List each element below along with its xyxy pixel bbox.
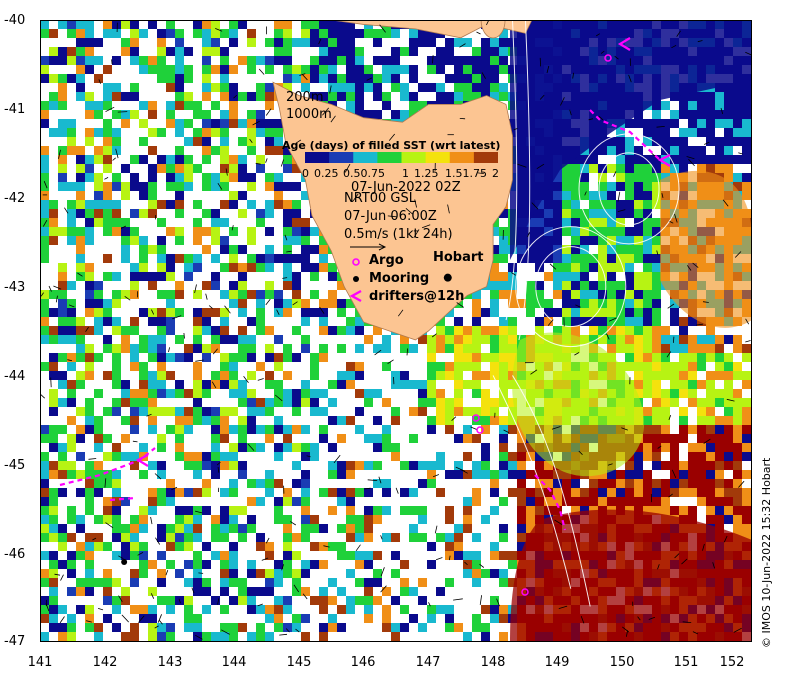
- colorbar-tick: 1.51.75: [445, 167, 487, 180]
- mooring-southwest: [121, 559, 128, 566]
- colorbar-segment: [329, 152, 354, 163]
- map-frame: [40, 20, 752, 642]
- x-tick-label: 146: [350, 655, 376, 670]
- mooring-symbol: [353, 276, 359, 282]
- depth-200-label: 200m: [286, 90, 324, 105]
- x-tick-label: 141: [27, 655, 53, 670]
- x-tick-label: 147: [415, 655, 441, 670]
- drifter-symbol: [349, 289, 362, 303]
- hobart-label: Hobart: [433, 250, 484, 265]
- colorbar-segment: [401, 152, 427, 163]
- argo-symbol: [352, 258, 360, 266]
- y-tick-label: -41: [4, 102, 26, 117]
- x-tick-label: 148: [480, 655, 506, 670]
- colorbar-segment: [353, 152, 378, 163]
- colorbar-tick: 0.25: [314, 167, 339, 180]
- y-tick-label: -46: [4, 547, 26, 562]
- y-tick-label: -44: [4, 369, 26, 384]
- colorbar: [305, 152, 498, 163]
- colorbar-segment: [425, 152, 451, 163]
- x-tick-label: 142: [92, 655, 118, 670]
- y-tick-label: -47: [4, 634, 26, 649]
- argo-label: Argo: [369, 253, 404, 268]
- mooring-hobart: [443, 273, 452, 282]
- x-tick-label: 152: [719, 655, 745, 670]
- mooring-label: Mooring: [369, 271, 430, 286]
- y-tick-label: -42: [4, 191, 26, 206]
- colorbar-tick: 1.25: [414, 167, 439, 180]
- vector-scale-label: 0.5m/s (1kt 24h): [344, 227, 453, 242]
- depth-1000-label: 1000m: [286, 107, 332, 122]
- x-tick-label: 144: [221, 655, 247, 670]
- x-tick-label: 151: [673, 655, 699, 670]
- sst-age-map: [40, 20, 752, 642]
- colorbar-title: Age (days) of filled SST (wrt latest): [282, 139, 501, 152]
- credit-text: © IMOS 10-Jun-2022 15:32 Hobart: [760, 457, 773, 648]
- y-tick-label: -45: [4, 458, 26, 473]
- colorbar-segment: [449, 152, 475, 163]
- colorbar-tick: 1: [402, 167, 409, 180]
- colorbar-tick: 2: [492, 167, 499, 180]
- x-tick-label: 145: [286, 655, 312, 670]
- x-tick-label: 149: [544, 655, 570, 670]
- x-tick-label: 143: [157, 655, 183, 670]
- colorbar-segment: [377, 152, 403, 163]
- y-tick-label: -43: [4, 280, 26, 295]
- colorbar-tick: 0.50.75: [343, 167, 385, 180]
- current-source-label: NRT00 GSL: [344, 191, 416, 206]
- current-date-label: 07-Jun 06:00Z: [344, 209, 437, 224]
- x-tick-label: 150: [609, 655, 635, 670]
- vector-scale-arrow: [350, 243, 387, 251]
- drifters-label: drifters@12h: [369, 289, 465, 304]
- colorbar-tick: 0: [302, 167, 309, 180]
- colorbar-segment: [473, 152, 498, 163]
- y-tick-label: -40: [4, 13, 26, 28]
- colorbar-segment: [305, 152, 330, 163]
